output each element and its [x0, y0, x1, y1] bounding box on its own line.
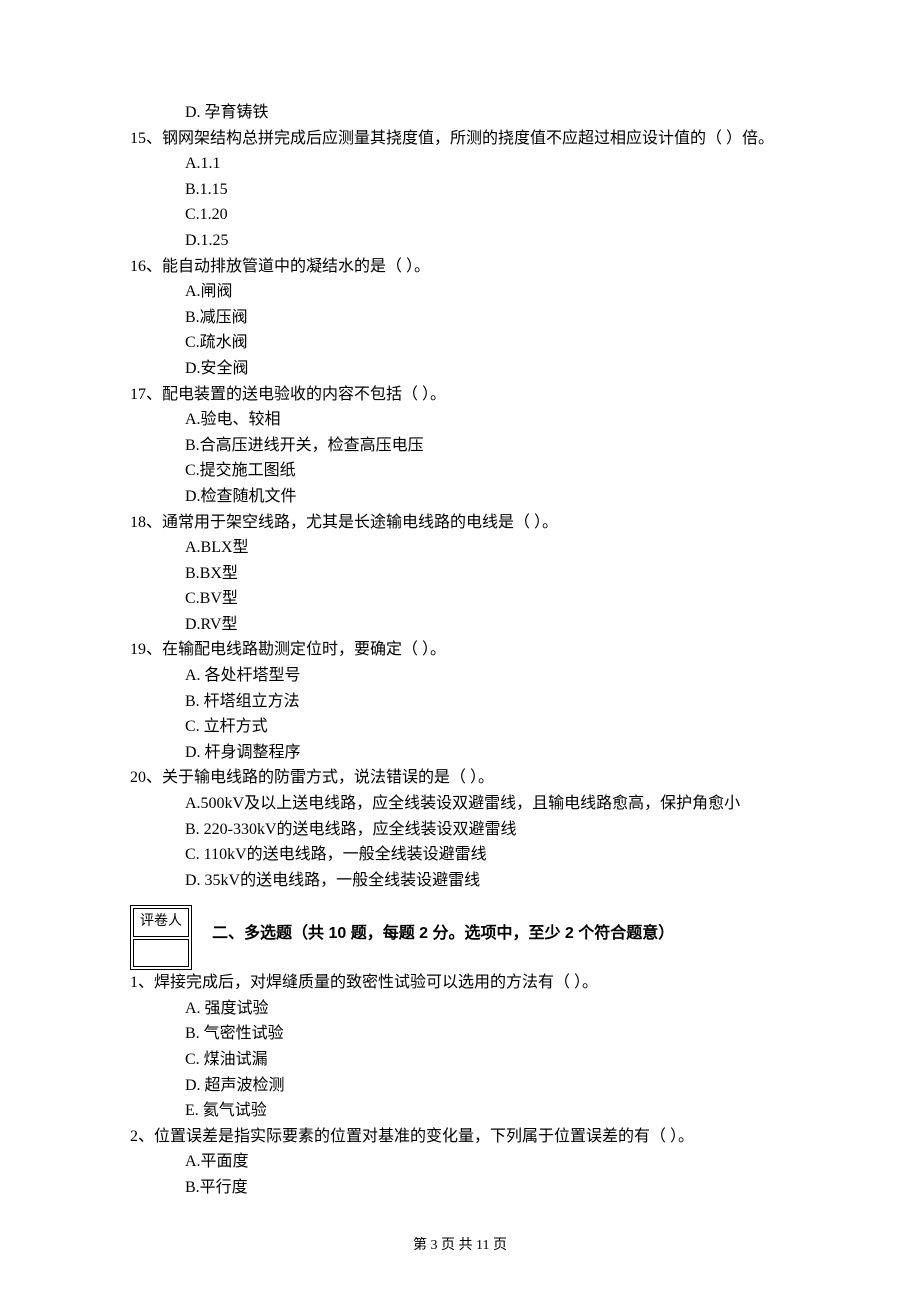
- q16-option-b: B.减压阀: [130, 305, 790, 331]
- q19-stem: 19、在输配电线路勘测定位时，要确定（ ）。: [130, 637, 790, 663]
- q14-option-d: D. 孕育铸铁: [130, 100, 790, 126]
- q18-option-a: A.BLX型: [130, 535, 790, 561]
- mq1-option-a: A. 强度试验: [130, 996, 790, 1022]
- q18-stem: 18、通常用于架空线路，尤其是长途输电线路的电线是（ ）。: [130, 510, 790, 536]
- q20-option-a: A.500kV及以上送电线路，应全线装设双避雷线，且输电线路愈高，保护角愈小: [130, 791, 790, 817]
- mq1-option-b: B. 气密性试验: [130, 1021, 790, 1047]
- q17-option-a: A.验电、较相: [130, 407, 790, 433]
- q16-stem: 16、能自动排放管道中的凝结水的是（ ）。: [130, 254, 790, 280]
- score-box-blank: [133, 939, 189, 967]
- q19-option-c: C. 立杆方式: [130, 714, 790, 740]
- q20-option-b: B. 220-330kV的送电线路，应全线装设双避雷线: [130, 817, 790, 843]
- q16-option-d: D.安全阀: [130, 356, 790, 382]
- q19-option-b: B. 杆塔组立方法: [130, 689, 790, 715]
- section-2-header-row: 评卷人 二、多选题（共 10 题，每题 2 分。选项中，至少 2 个符合题意）: [130, 897, 790, 970]
- q15-stem: 15、钢网架结构总拼完成后应测量其挠度值，所测的挠度值不应超过相应设计值的（ ）…: [130, 126, 790, 152]
- q17-stem: 17、配电装置的送电验收的内容不包括（ ）。: [130, 382, 790, 408]
- mq2-stem: 2、位置误差是指实际要素的位置对基准的变化量，下列属于位置误差的有（ ）。: [130, 1124, 790, 1150]
- page-footer: 第 3 页 共 11 页: [0, 1235, 920, 1257]
- mq2-option-a: A.平面度: [130, 1149, 790, 1175]
- q15-option-c: C.1.20: [130, 202, 790, 228]
- mq1-option-e: E. 氦气试验: [130, 1098, 790, 1124]
- q20-stem: 20、关于输电线路的防雷方式，说法错误的是（ ）。: [130, 765, 790, 791]
- score-box-label: 评卷人: [133, 908, 189, 936]
- q15-option-d: D.1.25: [130, 228, 790, 254]
- q20-option-c: C. 110kV的送电线路，一般全线装设避雷线: [130, 842, 790, 868]
- q15-option-a: A.1.1: [130, 151, 790, 177]
- q19-option-d: D. 杆身调整程序: [130, 740, 790, 766]
- q18-option-d: D.RV型: [130, 612, 790, 638]
- q17-option-d: D.检查随机文件: [130, 484, 790, 510]
- q15-option-b: B.1.15: [130, 177, 790, 203]
- q16-option-a: A.闸阀: [130, 279, 790, 305]
- q20-option-d: D. 35kV的送电线路，一般全线装设避雷线: [130, 868, 790, 894]
- q18-option-c: C.BV型: [130, 586, 790, 612]
- q16-option-c: C.疏水阀: [130, 330, 790, 356]
- q17-option-b: B.合高压进线开关，检查高压电压: [130, 433, 790, 459]
- mq1-stem: 1、焊接完成后，对焊缝质量的致密性试验可以选用的方法有（ ）。: [130, 970, 790, 996]
- mq1-option-d: D. 超声波检测: [130, 1073, 790, 1099]
- q17-option-c: C.提交施工图纸: [130, 458, 790, 484]
- score-box: 评卷人: [130, 905, 192, 970]
- q18-option-b: B.BX型: [130, 561, 790, 587]
- section-2-title: 二、多选题（共 10 题，每题 2 分。选项中，至少 2 个符合题意）: [212, 921, 674, 947]
- mq2-option-b: B.平行度: [130, 1175, 790, 1201]
- q19-option-a: A. 各处杆塔型号: [130, 663, 790, 689]
- mq1-option-c: C. 煤油试漏: [130, 1047, 790, 1073]
- exam-page: D. 孕育铸铁 15、钢网架结构总拼完成后应测量其挠度值，所测的挠度值不应超过相…: [0, 0, 920, 1302]
